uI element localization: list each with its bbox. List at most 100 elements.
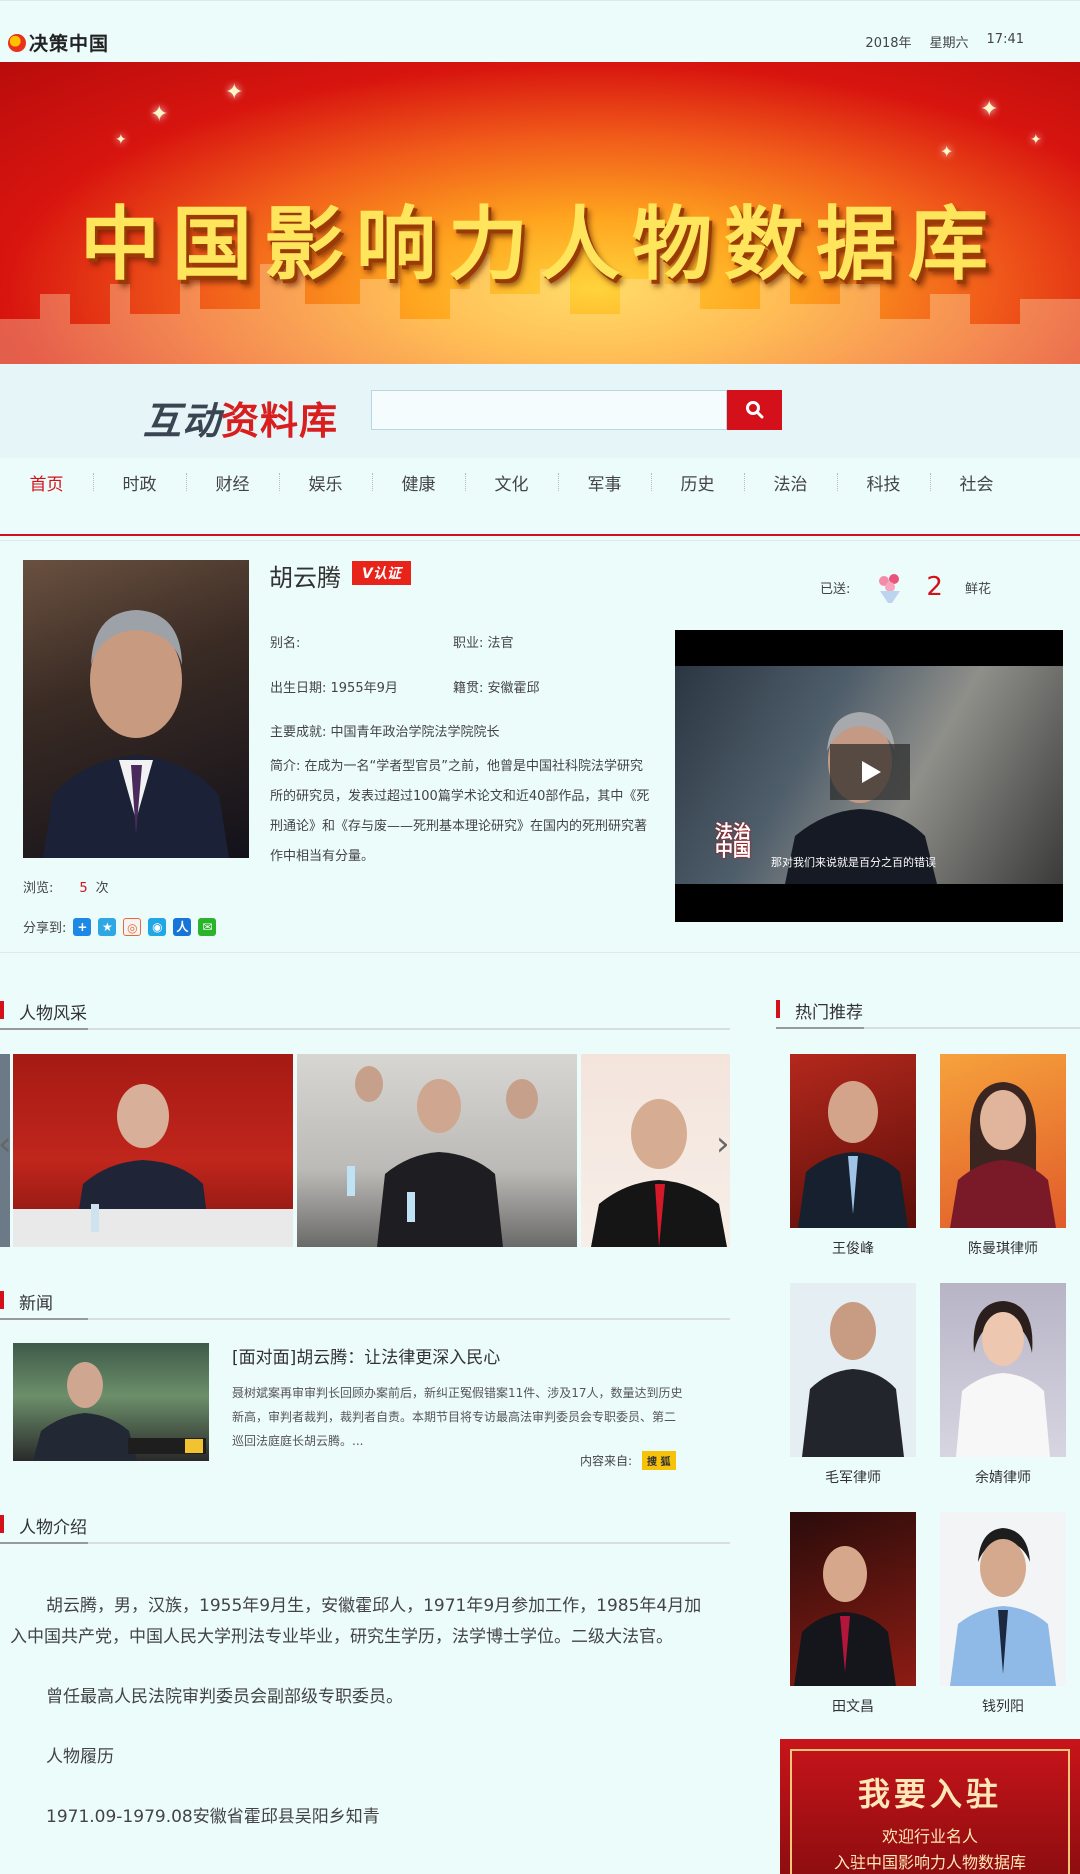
play-button[interactable]: [830, 744, 910, 800]
flowers-sent: 已送: 2 鲜花: [820, 569, 991, 605]
video-channel-logo: 法治 中国: [715, 824, 751, 860]
section-underline: [0, 1028, 88, 1030]
gallery-section-title: 人物风采: [19, 1004, 87, 1024]
date-time: 2018年 星期六 17:41: [865, 32, 1024, 51]
nav-item-entertainment[interactable]: 娱乐: [279, 470, 372, 495]
flower-bouquet-icon[interactable]: [872, 569, 908, 605]
verified-badge: V认证: [352, 561, 411, 585]
bio-subheading: 人物履历: [46, 1747, 114, 1767]
nav-item-law[interactable]: 法治: [744, 470, 837, 495]
gallery-photo[interactable]: [13, 1054, 293, 1247]
search-brand-logo: 互动资料库: [143, 390, 338, 445]
current-time: 17:41: [986, 32, 1024, 47]
date-weekday: 星期六: [929, 36, 969, 51]
site-logo[interactable]: 决策中国: [8, 29, 109, 56]
hot-person-name: 田文昌: [832, 1699, 874, 1715]
gallery-photo[interactable]: [581, 1054, 730, 1247]
video-caption: 那对我们来说就是百分之百的错误: [771, 856, 936, 869]
nav-item-home[interactable]: 首页: [0, 470, 93, 495]
hot-person-photo: [940, 1283, 1066, 1457]
section-underline: [0, 1542, 88, 1544]
section-marker: [0, 1291, 4, 1309]
nav-item-politics[interactable]: 时政: [93, 470, 186, 495]
brand-part-1: 互动: [143, 399, 222, 443]
person-silhouette-icon: [794, 1546, 896, 1686]
flowers-count: 2: [926, 572, 943, 602]
photo-person-icon: [13, 1084, 293, 1247]
nav-item-culture[interactable]: 文化: [465, 470, 558, 495]
nav-item-health[interactable]: 健康: [372, 470, 465, 495]
date-year: 2018年: [865, 36, 912, 51]
brand-part-2: 资料库: [221, 399, 339, 443]
hot-person-card[interactable]: 王俊峰: [790, 1054, 916, 1258]
gallery-prev-arrow-icon[interactable]: ‹: [0, 1124, 12, 1164]
hot-person-photo: [790, 1054, 916, 1228]
sparkle-icon: ✦: [225, 80, 244, 105]
news-title-link[interactable]: [面对面]胡云腾：让法律更深入民心: [232, 1343, 500, 1368]
share-weibo-icon[interactable]: ◎: [123, 917, 142, 936]
news-source-label: 内容来自:: [580, 1454, 633, 1468]
section-marker: [0, 1001, 4, 1019]
news-thumbnail[interactable]: [13, 1343, 209, 1461]
person-silhouette-icon: [802, 1302, 904, 1457]
sparkle-icon: ✦: [940, 142, 954, 161]
nav-item-technology[interactable]: 科技: [837, 470, 930, 495]
hot-person-card[interactable]: 毛军律师: [790, 1283, 916, 1487]
photo-meeting-icon: [347, 1066, 538, 1247]
nav-item-society[interactable]: 社会: [930, 470, 1023, 495]
nav-item-history[interactable]: 历史: [651, 470, 744, 495]
hot-person-photo: [790, 1512, 916, 1686]
video-player[interactable]: 法治 中国 那对我们来说就是百分之百的错误: [675, 630, 1063, 922]
section-underline: [776, 1027, 864, 1029]
hot-person-name: 王俊峰: [832, 1241, 874, 1257]
hot-person-name: 余婧律师: [975, 1470, 1031, 1486]
share-more-icon[interactable]: +: [73, 917, 92, 936]
hot-person-card[interactable]: 田文昌: [790, 1512, 916, 1716]
hot-person-photo: [790, 1283, 916, 1457]
hot-person-card[interactable]: 钱列阳: [940, 1512, 1066, 1716]
flowers-unit: 鲜花: [964, 581, 991, 597]
banner-title: 中国影响力人物数据库: [80, 197, 1000, 291]
gallery-next-arrow-icon[interactable]: ›: [716, 1124, 730, 1164]
intro-text: 简介: 在成为一名“学者型官员”之前，他曾是中国社科院法学研究所的研究员，发表过…: [270, 759, 650, 864]
hot-person-card[interactable]: 陈曼琪律师: [940, 1054, 1066, 1258]
news-summary: 聂树斌案再审审判长回顾办案前后，新纠正冤假错案11件、涉及17人，数量达到历史新…: [232, 1386, 683, 1448]
logo-text: 决策中国: [29, 33, 110, 55]
search-band: 互动资料库: [0, 364, 1080, 458]
share-wechat-icon[interactable]: ✉: [198, 917, 217, 936]
bio-section-title: 人物介绍: [19, 1518, 87, 1538]
bio-paragraph: 曾任最高人民法院审判委员会副部级专职委员。: [46, 1687, 403, 1707]
gallery-photo[interactable]: [297, 1054, 577, 1247]
views-unit: 次: [95, 881, 109, 896]
news-source-logo[interactable]: 搜 狐: [642, 1451, 676, 1470]
news-section-header: 新闻: [0, 1282, 730, 1320]
share-tencent-icon[interactable]: ◉: [148, 917, 167, 936]
share-renren-icon[interactable]: 人: [173, 917, 192, 936]
nav-item-finance[interactable]: 财经: [186, 470, 279, 495]
hot-person-name: 钱列阳: [982, 1699, 1024, 1715]
person-silhouette-icon: [43, 610, 229, 858]
hot-person-photo: [940, 1054, 1066, 1228]
photo-gallery: ‹ ›: [0, 1054, 730, 1247]
hot-section-header: 热门推荐: [776, 991, 1080, 1029]
share-qzone-icon[interactable]: ★: [98, 917, 117, 936]
hot-person-card[interactable]: 余婧律师: [940, 1283, 1066, 1487]
sparkle-icon: ✦: [1030, 132, 1042, 148]
join-banner[interactable]: 我要入驻 欢迎行业名人 入驻中国影响力人物数据库: [780, 1739, 1080, 1874]
join-subtitle-1: 欢迎行业名人: [881, 1827, 978, 1846]
search-button[interactable]: [727, 390, 782, 430]
search-input[interactable]: [371, 390, 727, 430]
share-bar: 分享到: + ★ ◎ ◉ 人 ✉: [23, 917, 217, 936]
top-bar: 决策中国 2018年 星期六 17:41: [0, 0, 1080, 62]
profile-card: 胡云腾 V认证 别名: 职业: 法官 出生日期: 1955年9月 籍贯: 安徽霍…: [0, 540, 1080, 953]
person-name: 胡云腾: [269, 564, 341, 592]
section-marker: [0, 1515, 4, 1533]
person-silhouette-icon: [798, 1081, 908, 1228]
logo-flame-icon: [8, 33, 26, 52]
sent-label: 已送:: [820, 581, 851, 597]
bio-paragraph: 胡云腾，男，汉族，1955年9月生，安徽霍邱人，1971年9月参加工作，1985…: [10, 1596, 702, 1647]
hometown-field: 籍贯: 安徽霍邱: [453, 681, 540, 696]
nav-item-military[interactable]: 军事: [558, 470, 651, 495]
main-nav: 首页 时政 财经 娱乐 健康 文化 军事 历史 法治 科技 社会: [0, 458, 1080, 538]
section-marker: [776, 1000, 780, 1018]
